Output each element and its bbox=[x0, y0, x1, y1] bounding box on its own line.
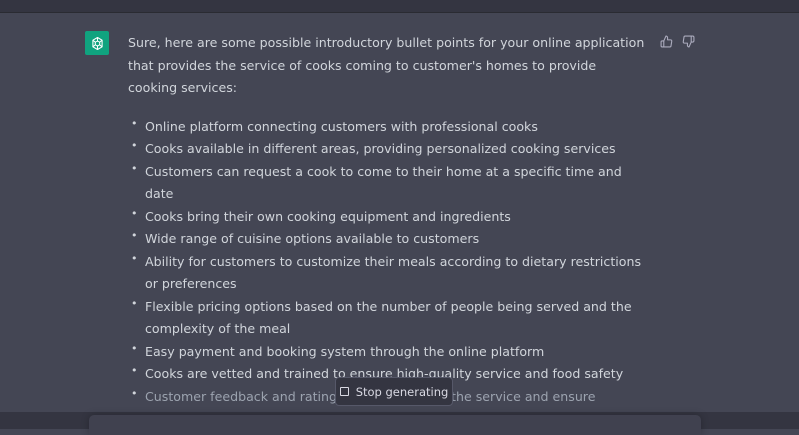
stop-generating-button[interactable]: Stop generating bbox=[335, 377, 453, 406]
list-item: Flexible pricing options based on the nu… bbox=[128, 293, 648, 341]
list-item: Online platform connecting customers wit… bbox=[128, 113, 648, 139]
list-item: Cooks bring their own cooking equipment … bbox=[128, 203, 648, 229]
list-item: Ability for customers to customize their… bbox=[128, 248, 648, 296]
assistant-message: Sure, here are some possible introductor… bbox=[128, 32, 648, 431]
list-item: Cooks available in different areas, prov… bbox=[128, 135, 648, 161]
stop-square-icon bbox=[339, 387, 349, 396]
stop-generating-label: Stop generating bbox=[355, 384, 449, 399]
thumbs-up-button[interactable] bbox=[659, 34, 673, 48]
list-item: Easy payment and booking system through … bbox=[128, 338, 648, 364]
thumbs-down-button[interactable] bbox=[681, 34, 695, 48]
thumbs-up-icon bbox=[660, 35, 673, 48]
list-item: Wide range of cuisine options available … bbox=[128, 225, 648, 251]
list-item: Customers can request a cook to come to … bbox=[128, 158, 648, 206]
top-divider bbox=[0, 0, 799, 13]
openai-logo-icon bbox=[89, 35, 106, 52]
feedback-buttons bbox=[659, 34, 695, 48]
thumbs-down-icon bbox=[682, 35, 695, 48]
assistant-avatar bbox=[85, 31, 109, 55]
message-input[interactable] bbox=[89, 415, 701, 435]
message-intro: Sure, here are some possible introductor… bbox=[128, 35, 645, 95]
